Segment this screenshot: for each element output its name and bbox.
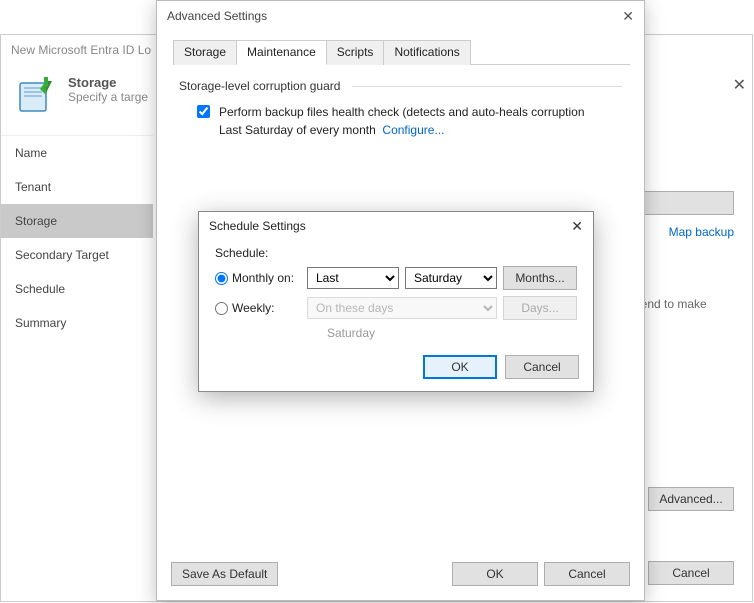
save-as-default-button[interactable]: Save As Default: [171, 562, 278, 586]
wizard-cancel-button[interactable]: Cancel: [648, 561, 734, 585]
group-corruption-guard: Storage-level corruption guard: [179, 79, 622, 93]
weekly-radio-label[interactable]: Weekly:: [215, 301, 301, 315]
close-icon[interactable]: ✕: [733, 75, 746, 95]
nav-item-name[interactable]: Name: [1, 136, 153, 170]
schedule-title: Schedule Settings: [209, 219, 306, 233]
advanced-ok-button[interactable]: OK: [452, 562, 538, 586]
health-check-checkbox[interactable]: [197, 105, 210, 118]
weekly-row: Weekly: On these days Days...: [215, 296, 577, 320]
nav-item-secondary-target[interactable]: Secondary Target: [1, 238, 153, 272]
tab-scripts[interactable]: Scripts: [326, 40, 385, 65]
nav-item-tenant[interactable]: Tenant: [1, 170, 153, 204]
tab-storage[interactable]: Storage: [173, 40, 237, 65]
wizard-title: New Microsoft Entra ID Lo: [11, 43, 151, 57]
nav-item-storage[interactable]: Storage: [1, 204, 153, 238]
wizard-nav: Name Tenant Storage Secondary Target Sch…: [1, 135, 153, 575]
schedule-settings-dialog: Schedule Settings ✕ Schedule: Monthly on…: [198, 211, 594, 392]
advanced-button[interactable]: Advanced...: [648, 487, 734, 511]
schedule-ok-button[interactable]: OK: [423, 355, 497, 379]
page-subtitle: Specify a targe: [68, 90, 148, 104]
repository-combo[interactable]: [634, 191, 734, 215]
close-icon[interactable]: ✕: [571, 218, 583, 235]
schedule-cancel-button[interactable]: Cancel: [505, 355, 579, 379]
advanced-cancel-button[interactable]: Cancel: [544, 562, 630, 586]
tab-content-maintenance: Storage-level corruption guard Perform b…: [171, 65, 630, 153]
map-backup-link[interactable]: Map backup: [669, 225, 734, 239]
nav-item-summary[interactable]: Summary: [1, 306, 153, 340]
storage-icon: [16, 75, 56, 115]
days-button: Days...: [503, 296, 577, 320]
monthly-radio[interactable]: [215, 272, 228, 285]
tab-maintenance[interactable]: Maintenance: [236, 40, 327, 65]
advanced-tabs: Storage Maintenance Scripts Notification…: [173, 39, 630, 65]
tab-notifications[interactable]: Notifications: [383, 40, 470, 65]
schedule-titlebar: Schedule Settings ✕: [199, 212, 593, 240]
close-icon[interactable]: ✕: [622, 8, 634, 25]
health-check-label: Perform backup files health check (detec…: [219, 103, 585, 139]
weekly-days-select: On these days: [307, 297, 497, 319]
nav-item-schedule[interactable]: Schedule: [1, 272, 153, 306]
configure-link[interactable]: Configure...: [382, 123, 444, 137]
advanced-titlebar: Advanced Settings ✕: [157, 1, 644, 31]
monthly-row: Monthly on: Last Saturday Months...: [215, 266, 577, 290]
monthly-radio-label[interactable]: Monthly on:: [215, 271, 301, 285]
schedule-label: Schedule:: [215, 246, 577, 260]
weekly-radio[interactable]: [215, 302, 228, 315]
monthly-ordinal-select[interactable]: Last: [307, 267, 399, 289]
advanced-title: Advanced Settings: [167, 9, 267, 23]
page-title: Storage: [68, 75, 148, 90]
selected-days-text: Saturday: [327, 326, 577, 340]
months-button[interactable]: Months...: [503, 266, 577, 290]
monthly-day-select[interactable]: Saturday: [405, 267, 497, 289]
